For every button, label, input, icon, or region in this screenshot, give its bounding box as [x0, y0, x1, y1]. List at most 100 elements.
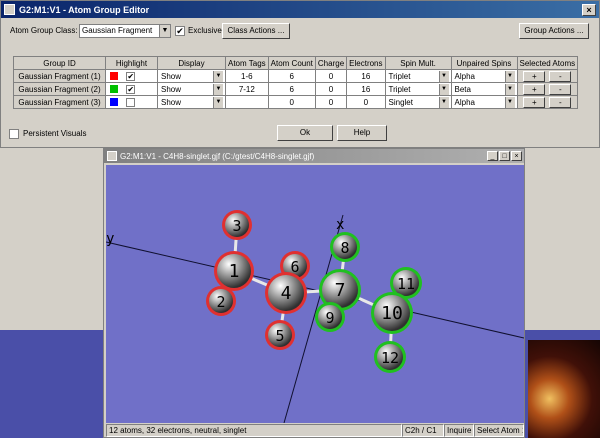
table-row[interactable]: Gaussian Fragment (2) ✔ Show ▼ 7-12 6 0 16 Trip…: [13, 82, 579, 96]
class-label: Atom Group Class:: [10, 26, 78, 35]
add-atoms-button[interactable]: +: [523, 70, 546, 82]
unpaired-cell[interactable]: Alpha ▼: [450, 95, 518, 109]
status-bar: 12 atoms, 32 electrons, neutral, singlet…: [106, 424, 524, 437]
display-cell[interactable]: Show ▼: [157, 69, 226, 83]
col-header: Atom Count: [267, 56, 316, 70]
color-swatch[interactable]: [110, 98, 119, 107]
table-row[interactable]: Gaussian Fragment (1) ✔ Show ▼ 1-6 6 0 16 Tripl…: [13, 69, 579, 83]
group-id-cell[interactable]: Gaussian Fragment (1): [13, 69, 106, 83]
group-id-cell[interactable]: Gaussian Fragment (3): [13, 95, 106, 109]
unpaired-cell[interactable]: Alpha ▼: [450, 69, 518, 83]
atom-label: 10: [381, 303, 403, 324]
spin-value: Triplet: [388, 71, 411, 81]
y-axis-label: y: [106, 231, 114, 247]
minimize-icon[interactable]: _: [487, 151, 498, 161]
molecule-canvas[interactable]: y x 3 1 2 6 4 5 8 7 9 11 10 12: [105, 165, 525, 424]
atom-label: 8: [340, 239, 349, 257]
editor-titlebar[interactable]: G2:M1:V1 - Atom Group Editor ×: [1, 1, 599, 18]
spin-cell[interactable]: Triplet ▼: [384, 82, 452, 96]
viewer-titlebar[interactable]: G2:M1:V1 - C4H8-singlet.gjf (C:/gtest/C4…: [104, 149, 524, 163]
atom[interactable]: 12: [374, 341, 406, 373]
charge-cell[interactable]: 0: [314, 82, 348, 96]
atom-label: 12: [381, 349, 399, 367]
display-value: Show: [161, 84, 182, 94]
highlight-checkbox[interactable]: ✔: [126, 84, 136, 94]
table-row[interactable]: Gaussian Fragment (3) Show ▼ 0 0 0 Singlet ▼ Al…: [13, 95, 579, 109]
atom[interactable]: 5: [265, 320, 295, 350]
add-atoms-button[interactable]: +: [523, 96, 546, 108]
spin-cell[interactable]: Triplet ▼: [384, 69, 452, 83]
atom[interactable]: 4: [265, 272, 307, 314]
display-cell[interactable]: Show ▼: [157, 95, 226, 109]
electrons-cell: 16: [346, 69, 386, 83]
remove-atoms-button[interactable]: -: [549, 83, 572, 95]
fragment-table: Group ID Highlight Display Atom Tags Ato…: [13, 56, 579, 109]
status-mode: Inquire: [444, 424, 474, 437]
display-value: Show: [161, 97, 182, 107]
atom-tags-cell[interactable]: 7-12: [225, 82, 269, 96]
exclusive-label: Exclusive: [188, 26, 222, 35]
atom-label: 7: [335, 280, 346, 301]
maximize-icon[interactable]: □: [499, 151, 510, 161]
class-actions-button[interactable]: Class Actions ...: [222, 23, 290, 39]
molecule-viewer-window: G2:M1:V1 - C4H8-singlet.gjf (C:/gtest/C4…: [103, 148, 525, 438]
unpaired-value: Beta: [454, 84, 471, 94]
atom-count-cell: 6: [267, 69, 316, 83]
close-icon[interactable]: ×: [582, 3, 596, 16]
atom[interactable]: 2: [206, 286, 236, 316]
highlight-checkbox[interactable]: [126, 97, 136, 107]
color-swatch[interactable]: [110, 85, 119, 94]
col-header: Group ID: [13, 56, 106, 70]
atom[interactable]: 1: [214, 251, 254, 291]
display-value: Show: [161, 71, 182, 81]
add-atoms-button[interactable]: +: [523, 83, 546, 95]
spin-cell[interactable]: Singlet ▼: [384, 95, 452, 109]
chevron-down-icon: ▼: [438, 70, 449, 82]
close-icon[interactable]: ×: [511, 151, 522, 161]
color-swatch[interactable]: [110, 72, 119, 81]
group-id-cell[interactable]: Gaussian Fragment (2): [13, 82, 106, 96]
highlight-cell: ✔: [105, 69, 158, 83]
selected-atoms-cell: + -: [516, 69, 579, 83]
atom-tags-cell[interactable]: 1-6: [225, 69, 269, 83]
atom-label: 4: [281, 283, 292, 304]
selected-atoms-cell: + -: [516, 82, 579, 96]
col-header: Display: [157, 56, 226, 70]
persistent-visuals-checkbox[interactable]: [9, 129, 19, 139]
unpaired-value: Alpha: [454, 97, 475, 107]
remove-atoms-button[interactable]: -: [549, 70, 572, 82]
atom-label: 9: [325, 309, 334, 327]
spin-value: Singlet: [388, 97, 413, 107]
class-select[interactable]: Gaussian Fragment ▼: [79, 24, 171, 38]
atom[interactable]: 3: [222, 210, 252, 240]
col-header: Selected Atoms: [516, 56, 579, 70]
highlight-cell: ✔: [105, 82, 158, 96]
ok-button[interactable]: Ok: [277, 125, 333, 141]
unpaired-value: Alpha: [454, 71, 475, 81]
help-button[interactable]: Help: [337, 125, 387, 141]
atom-count-cell: 0: [267, 95, 316, 109]
selected-atoms-cell: + -: [516, 95, 579, 109]
atom-group-editor-window: G2:M1:V1 - Atom Group Editor × Atom Grou…: [0, 0, 600, 148]
editor-title: G2:M1:V1 - Atom Group Editor: [19, 4, 150, 15]
electrons-cell: 16: [346, 82, 386, 96]
atom-tags-cell[interactable]: [225, 95, 269, 109]
x-axis-label: x: [336, 217, 344, 233]
atom[interactable]: 9: [315, 302, 345, 332]
group-actions-button[interactable]: Group Actions ...: [519, 23, 589, 39]
atom[interactable]: 8: [330, 232, 360, 262]
atom[interactable]: 10: [371, 292, 413, 334]
atom-label: 2: [216, 293, 225, 311]
charge-cell[interactable]: 0: [314, 69, 348, 83]
display-cell[interactable]: Show ▼: [157, 82, 226, 96]
atom-label: 1: [229, 261, 240, 282]
unpaired-cell[interactable]: Beta ▼: [450, 82, 518, 96]
col-header: Unpaired Spins: [450, 56, 518, 70]
class-select-value: Gaussian Fragment: [82, 26, 153, 35]
atom-label: 11: [397, 275, 415, 293]
exclusive-checkbox[interactable]: ✔: [175, 26, 185, 36]
highlight-checkbox[interactable]: ✔: [126, 71, 136, 81]
remove-atoms-button[interactable]: -: [549, 96, 572, 108]
charge-cell[interactable]: 0: [314, 95, 348, 109]
status-selection: Select Atom 1: [474, 424, 524, 437]
